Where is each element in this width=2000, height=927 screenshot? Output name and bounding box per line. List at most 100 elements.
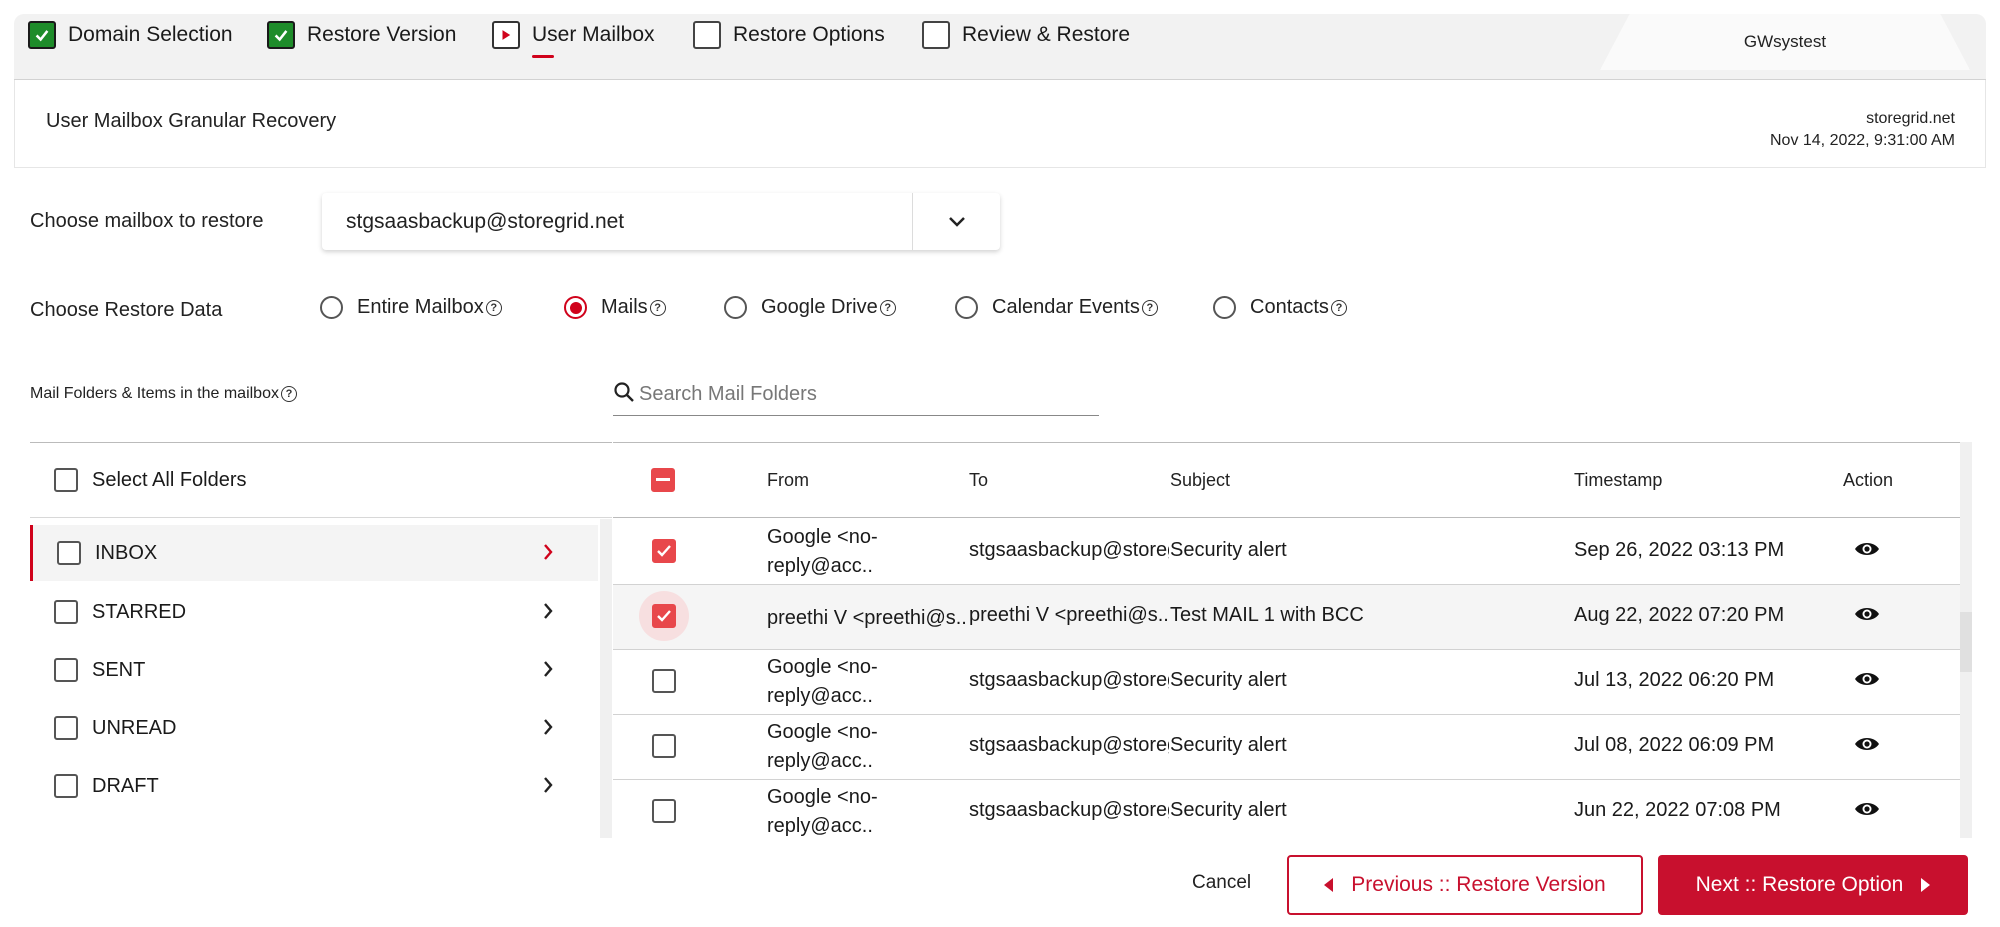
- cell-timestamp: Sep 26, 2022 03:13 PM: [1574, 539, 1785, 561]
- chevron-right-icon[interactable]: [542, 775, 554, 795]
- cell-subject: Test MAIL 1 with BCC: [1170, 604, 1364, 626]
- table-row[interactable]: preethi V <preethi@s.. preethi V <preeth…: [613, 585, 1960, 650]
- folder-unread[interactable]: UNREAD: [30, 700, 598, 756]
- mailbox-select[interactable]: stgsaasbackup@storegrid.net: [322, 193, 1000, 250]
- help-icon[interactable]: ?: [1141, 299, 1158, 316]
- radio-circle[interactable]: [564, 296, 587, 319]
- step-user-mailbox[interactable]: User Mailbox: [492, 20, 655, 58]
- checkbox[interactable]: [54, 600, 78, 624]
- radio-circle[interactable]: [724, 296, 747, 319]
- radio-circle[interactable]: [1213, 296, 1236, 319]
- row-checkbox-wrap: [639, 786, 689, 836]
- row-checkbox-wrap: [639, 721, 689, 771]
- cell-to: stgsaasbackup@storeg: [969, 734, 1169, 756]
- cell-timestamp: Jul 13, 2022 06:20 PM: [1574, 669, 1775, 691]
- help-icon[interactable]: ?: [649, 299, 666, 316]
- cell-subject: Security alert: [1170, 734, 1287, 756]
- table-row[interactable]: Google <no-reply@acc.. stgsaasbackup@sto…: [613, 650, 1960, 715]
- cell-from: Google <no-reply@acc..: [767, 656, 878, 707]
- radio-circle[interactable]: [955, 296, 978, 319]
- play-icon: [492, 21, 520, 49]
- folder-label: UNREAD: [92, 716, 177, 739]
- search-input[interactable]: [639, 383, 1059, 406]
- radio-mails[interactable]: Mails ?: [564, 296, 666, 319]
- chevron-right-icon[interactable]: [542, 542, 554, 562]
- folder-inbox[interactable]: INBOX: [30, 525, 598, 581]
- column-header-to[interactable]: To: [969, 470, 988, 491]
- chevron-right-icon[interactable]: [542, 717, 554, 737]
- cell-from: preethi V <preethi@s..: [767, 607, 967, 629]
- column-header-timestamp[interactable]: Timestamp: [1574, 470, 1662, 491]
- cell-subject: Security alert: [1170, 539, 1287, 561]
- checkbox[interactable]: [652, 669, 676, 693]
- page-title: User Mailbox Granular Recovery: [46, 110, 337, 132]
- help-icon[interactable]: ?: [1330, 299, 1347, 316]
- step-review-restore[interactable]: Review & Restore: [922, 20, 1130, 50]
- folder-label: DRAFT: [92, 774, 159, 797]
- checkbox[interactable]: [54, 716, 78, 740]
- search-bar[interactable]: [613, 374, 1099, 416]
- table-row[interactable]: Google <no-reply@acc.. stgsaasbackup@sto…: [613, 715, 1960, 780]
- table-row[interactable]: Google <no-reply@acc.. stgsaasbackup@sto…: [613, 520, 1960, 585]
- step-restore-version[interactable]: Restore Version: [267, 20, 456, 50]
- chevron-down-icon[interactable]: [912, 193, 1000, 250]
- folder-label: STARRED: [92, 600, 187, 623]
- folder-starred[interactable]: STARRED: [30, 584, 598, 640]
- step-restore-options[interactable]: Restore Options: [693, 20, 885, 50]
- help-icon[interactable]: ?: [280, 386, 297, 402]
- folder-label: INBOX: [95, 541, 158, 564]
- cancel-button[interactable]: Cancel: [1192, 872, 1251, 894]
- checkbox[interactable]: [651, 468, 675, 492]
- help-icon[interactable]: ?: [485, 299, 502, 316]
- row-checkbox-wrap: [639, 656, 689, 706]
- eye-icon[interactable]: [1854, 735, 1880, 759]
- restore-data-label: Choose Restore Data: [30, 299, 223, 321]
- column-header-subject[interactable]: Subject: [1170, 470, 1230, 491]
- radio-circle[interactable]: [320, 296, 343, 319]
- mailbox-value: stgsaasbackup@storegrid.net: [346, 209, 625, 233]
- user-tab[interactable]: GWsystest: [1600, 14, 1970, 70]
- checkbox[interactable]: [54, 774, 78, 798]
- radio-contacts[interactable]: Contacts ?: [1213, 296, 1347, 319]
- select-all-mails-checkbox[interactable]: [651, 468, 675, 492]
- eye-icon[interactable]: [1854, 800, 1880, 824]
- cell-from: Google <no-reply@acc..: [767, 526, 878, 577]
- radio-google-drive[interactable]: Google Drive ?: [724, 296, 896, 319]
- chevron-right-icon[interactable]: [542, 659, 554, 679]
- table-row[interactable]: Google <no-reply@acc.. stgsaasbackup@sto…: [613, 780, 1960, 838]
- column-header-from[interactable]: From: [767, 470, 809, 491]
- checkbox[interactable]: [57, 541, 81, 565]
- radio-label: Google Drive: [761, 296, 878, 318]
- folder-draft[interactable]: DRAFT: [30, 758, 598, 814]
- help-icon[interactable]: ?: [879, 299, 896, 316]
- checkbox[interactable]: [652, 604, 676, 628]
- cell-to: stgsaasbackup@storeg: [969, 539, 1169, 561]
- eye-icon[interactable]: [1854, 670, 1880, 694]
- next-button[interactable]: Next :: Restore Option: [1658, 855, 1968, 915]
- backup-meta: storegrid.net Nov 14, 2022, 9:31:00 AM: [1770, 108, 1955, 152]
- chevron-right-icon[interactable]: [542, 601, 554, 621]
- checkbox[interactable]: [54, 658, 78, 682]
- checkbox[interactable]: [652, 734, 676, 758]
- checkbox[interactable]: [652, 799, 676, 823]
- table-scrollbar-thumb[interactable]: [1960, 612, 1972, 672]
- arrow-right-icon: [1921, 878, 1931, 892]
- folder-sent[interactable]: SENT: [30, 642, 598, 698]
- eye-icon[interactable]: [1854, 540, 1880, 564]
- step-label: Review & Restore: [962, 23, 1131, 46]
- previous-button[interactable]: Previous :: Restore Version: [1287, 855, 1643, 915]
- mail-table: From To Subject Timestamp Action Google …: [613, 442, 1960, 838]
- cell-timestamp: Aug 22, 2022 07:20 PM: [1574, 604, 1785, 626]
- cell-to: stgsaasbackup@storeg: [969, 669, 1169, 691]
- folder-scrollbar[interactable]: [600, 519, 612, 838]
- checkmark-icon: [267, 21, 295, 49]
- step-domain-selection[interactable]: Domain Selection: [28, 20, 233, 50]
- eye-icon[interactable]: [1854, 605, 1880, 629]
- radio-calendar-events[interactable]: Calendar Events ?: [955, 296, 1158, 319]
- select-all-folders[interactable]: Select All Folders: [30, 443, 612, 518]
- checkbox[interactable]: [54, 468, 78, 492]
- checkbox[interactable]: [652, 539, 676, 563]
- search-icon: [613, 381, 635, 408]
- cell-from: Google <no-reply@acc..: [767, 721, 878, 772]
- radio-entire-mailbox[interactable]: Entire Mailbox ?: [320, 296, 502, 319]
